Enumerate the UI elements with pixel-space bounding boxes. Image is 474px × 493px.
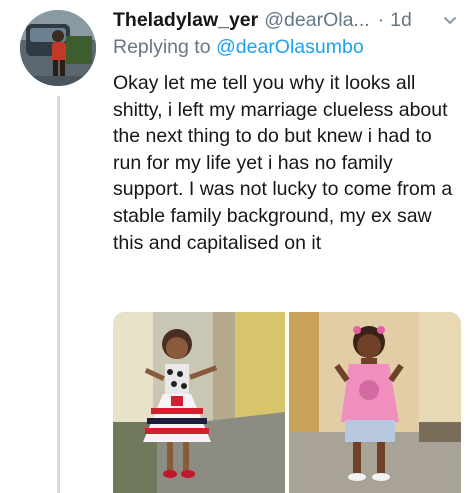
avatar[interactable] xyxy=(20,10,96,86)
avatar-image xyxy=(20,10,96,86)
separator-dot: · xyxy=(377,8,385,31)
media-grid xyxy=(113,312,461,493)
photo-girl-in-pink-top xyxy=(289,312,461,493)
user-handle[interactable]: @dearOla... xyxy=(264,9,369,32)
replying-to-mention[interactable]: @dearOlasumbo xyxy=(216,36,364,58)
replying-to-label: Replying to xyxy=(113,36,211,58)
thread-line xyxy=(57,96,60,493)
photo-1[interactable] xyxy=(113,312,285,493)
replying-to: Replying to @dearOlasumbo xyxy=(113,36,364,59)
tweet-text: Okay let me tell you why it looks all sh… xyxy=(113,72,453,254)
chevron-down-icon[interactable] xyxy=(438,8,462,32)
timestamp[interactable]: 1d xyxy=(390,9,412,32)
photo-girl-in-striped-dress xyxy=(113,312,285,493)
display-name[interactable]: Theladylaw_yer xyxy=(113,9,258,32)
tweet-header: Theladylaw_yer @dearOla... · 1d xyxy=(113,6,462,34)
photo-2[interactable] xyxy=(289,312,461,493)
